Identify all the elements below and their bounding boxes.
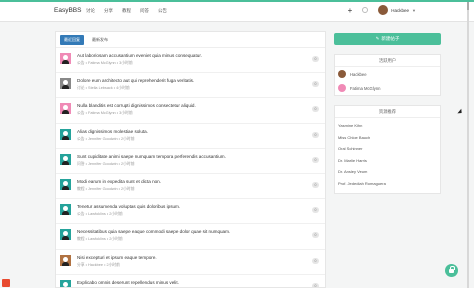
topic-title[interactable]: Explicabo omnis deserunt repellendus min… bbox=[77, 280, 179, 285]
plus-icon[interactable]: + bbox=[348, 6, 353, 15]
topic-list: Aut laboriosam accusantium eveniet quia … bbox=[56, 48, 325, 287]
topic-row[interactable]: Dolore eum architecto aut qui reprehende… bbox=[56, 73, 325, 99]
nav-link-tutorial[interactable]: 教程 bbox=[122, 8, 131, 14]
avatar[interactable] bbox=[60, 53, 71, 64]
topic-row[interactable]: Nisi excepturi et ipsum eaque tempore. 分享… bbox=[56, 250, 325, 275]
avatar[interactable] bbox=[60, 178, 71, 190]
lock-icon bbox=[449, 265, 455, 273]
active-user-item[interactable]: Hackbee bbox=[335, 67, 440, 81]
scrollbar[interactable] bbox=[467, 2, 469, 288]
nav-link-notice[interactable]: 公告 bbox=[158, 8, 167, 14]
reply-count-badge: 0 bbox=[312, 282, 319, 287]
topic-title[interactable]: Aut laboriosam accusantium eveniet quia … bbox=[77, 53, 202, 58]
topic-meta: 教程 • Jennifer Goodwin • 2小时前 bbox=[77, 186, 135, 191]
reply-count-badge: 0 bbox=[312, 232, 319, 239]
topic-row[interactable]: Necessitatibus quia saepe eaque commodi … bbox=[56, 224, 325, 250]
resources-panel: 资源推荐 Yasmine Kihn Miss Chloe Bauch Oral Sc… bbox=[334, 105, 441, 194]
active-user-name: Hackbee bbox=[350, 71, 367, 77]
topic-title[interactable]: Sunt cupiditate animi saepe numquam temp… bbox=[77, 154, 226, 159]
topic-row[interactable]: Nulla blanditis est corrupti dignissimos… bbox=[56, 98, 325, 124]
avatar[interactable] bbox=[60, 254, 71, 266]
topic-title[interactable]: Alias dignissimos molestiae soluta. bbox=[77, 129, 148, 134]
user-menu[interactable]: Hackbee ▼ bbox=[378, 5, 416, 15]
nav-right: + Hackbee ▼ bbox=[348, 5, 416, 15]
reply-count-badge: 0 bbox=[312, 131, 319, 138]
topic-tabs: 最近回复 最新发布 bbox=[56, 32, 325, 48]
notification-icon[interactable] bbox=[362, 7, 369, 13]
reply-count-badge: 0 bbox=[312, 106, 319, 113]
topic-meta: 公告 • Jennifer Goodwin • 2小时前 bbox=[77, 136, 135, 141]
caret-down-icon: ▼ bbox=[412, 7, 416, 13]
top-navbar: EasyBBS 讨论 分享 教程 问答 公告 + Hackbee ▼ bbox=[0, 0, 474, 22]
new-post-label: 新建帖子 bbox=[381, 36, 400, 41]
topic-row[interactable]: Modi earum in expedita sunt et dicta non… bbox=[56, 174, 325, 200]
topic-meta: 问答 • Jennifer Goodwin • 2小时前 bbox=[77, 161, 135, 166]
topic-title[interactable]: Tenetur assumenda voluptas quis doloribu… bbox=[77, 204, 180, 209]
avatar[interactable] bbox=[60, 153, 71, 165]
corner-app-icon[interactable] bbox=[2, 279, 10, 287]
tab-newest[interactable]: 最新发布 bbox=[88, 35, 112, 45]
topic-meta: 公告 • Fatima McGlynn • 3小时前 bbox=[77, 111, 133, 116]
reply-count-badge: 0 bbox=[312, 257, 319, 264]
topic-meta: 教程 • Lawfoklins • 2小时前 bbox=[77, 237, 123, 242]
active-users-list: Hackbee Fatima McGlynn bbox=[335, 67, 440, 95]
avatar[interactable] bbox=[60, 128, 71, 140]
topic-title[interactable]: Nulla blanditis est corrupti dignissimos… bbox=[77, 103, 196, 108]
avatar[interactable] bbox=[60, 279, 71, 287]
resource-link[interactable]: Yasmine Kihn bbox=[338, 120, 437, 132]
avatar[interactable] bbox=[60, 229, 71, 241]
topic-meta: 公告 • Fatima McGlynn • 3小时前 bbox=[77, 61, 133, 65]
scrollbar-thumb[interactable] bbox=[467, 2, 469, 10]
resources-title: 资源推荐 bbox=[335, 106, 440, 118]
topic-title[interactable]: Dolore eum architecto aut qui reprehende… bbox=[77, 78, 194, 83]
topic-meta: 讨论 • Stella Lebsack • 4小时前 bbox=[77, 86, 130, 91]
topic-title[interactable]: Necessitatibus quia saepe eaque commodi … bbox=[77, 229, 230, 234]
avatar bbox=[378, 5, 389, 15]
topic-row[interactable]: Tenetur assumenda voluptas quis doloribu… bbox=[56, 199, 325, 225]
topic-row[interactable]: Alias dignissimos molestiae soluta. 公告 • … bbox=[56, 124, 325, 149]
new-post-button[interactable]: ✎ 新建帖子 bbox=[334, 33, 441, 45]
avatar[interactable] bbox=[60, 204, 71, 216]
reply-count-badge: 0 bbox=[312, 81, 319, 88]
topic-title[interactable]: Modi earum in expedita sunt et dicta non… bbox=[77, 179, 161, 184]
resources-list: Yasmine Kihn Miss Chloe Bauch Oral Schinne… bbox=[335, 118, 440, 193]
topic-row[interactable]: Sunt cupiditate animi saepe numquam temp… bbox=[56, 149, 325, 174]
avatar bbox=[338, 84, 346, 92]
resource-link[interactable]: Dr. Ansley Veum bbox=[338, 166, 437, 178]
active-user-item[interactable]: Fatima McGlynn bbox=[335, 81, 440, 95]
topic-row[interactable]: Aut laboriosam accusantium eveniet quia … bbox=[56, 48, 325, 74]
nav-link-discuss[interactable]: 讨论 bbox=[86, 8, 95, 14]
topic-list-panel: 最近回复 最新发布 Aut laboriosam accusantium eve… bbox=[55, 31, 326, 288]
resource-link[interactable]: Prof. Jedediah Romaguera bbox=[338, 178, 437, 190]
topic-meta: 分享 • Hackbee • 2小时前 bbox=[77, 262, 120, 267]
reply-count-badge: 0 bbox=[312, 156, 319, 163]
tab-recent-reply[interactable]: 最近回复 bbox=[60, 34, 84, 45]
topic-meta: 公告 • Lawfoklins • 2小时前 bbox=[77, 212, 123, 217]
resource-link[interactable]: Oral Schinner bbox=[338, 143, 437, 155]
nav-link-qa[interactable]: 问答 bbox=[140, 8, 149, 14]
user-name: Hackbee bbox=[391, 7, 410, 13]
avatar[interactable] bbox=[60, 103, 71, 115]
nav-link-share[interactable]: 分享 bbox=[104, 8, 113, 14]
active-users-title: 活跃用户 bbox=[335, 55, 440, 67]
lock-float-button[interactable] bbox=[445, 264, 458, 277]
brand-logo[interactable]: EasyBBS bbox=[54, 7, 81, 14]
pencil-icon: ✎ bbox=[375, 36, 380, 41]
active-users-panel: 活跃用户 Hackbee Fatima McGlynn bbox=[334, 54, 441, 96]
resource-link[interactable]: Dr. Marlie Harris bbox=[338, 155, 437, 167]
avatar bbox=[338, 70, 346, 78]
reply-count-badge: 0 bbox=[312, 207, 319, 214]
topic-title[interactable]: Nisi excepturi et ipsum eaque tempore. bbox=[77, 255, 157, 260]
reply-count-badge: 0 bbox=[312, 181, 319, 188]
nav-links: 讨论 分享 教程 问答 公告 bbox=[86, 8, 167, 14]
sidebar: ✎ 新建帖子 活跃用户 Hackbee Fatima McGlynn 资源推荐 Y… bbox=[334, 33, 441, 194]
active-user-name: Fatima McGlynn bbox=[350, 85, 381, 91]
avatar[interactable] bbox=[60, 78, 71, 90]
resource-link[interactable]: Miss Chloe Bauch bbox=[338, 132, 437, 144]
mouse-cursor-icon bbox=[457, 108, 464, 116]
reply-count-badge: 0 bbox=[312, 56, 319, 62]
topic-row[interactable]: Explicabo omnis deserunt repellendus min… bbox=[56, 275, 325, 287]
